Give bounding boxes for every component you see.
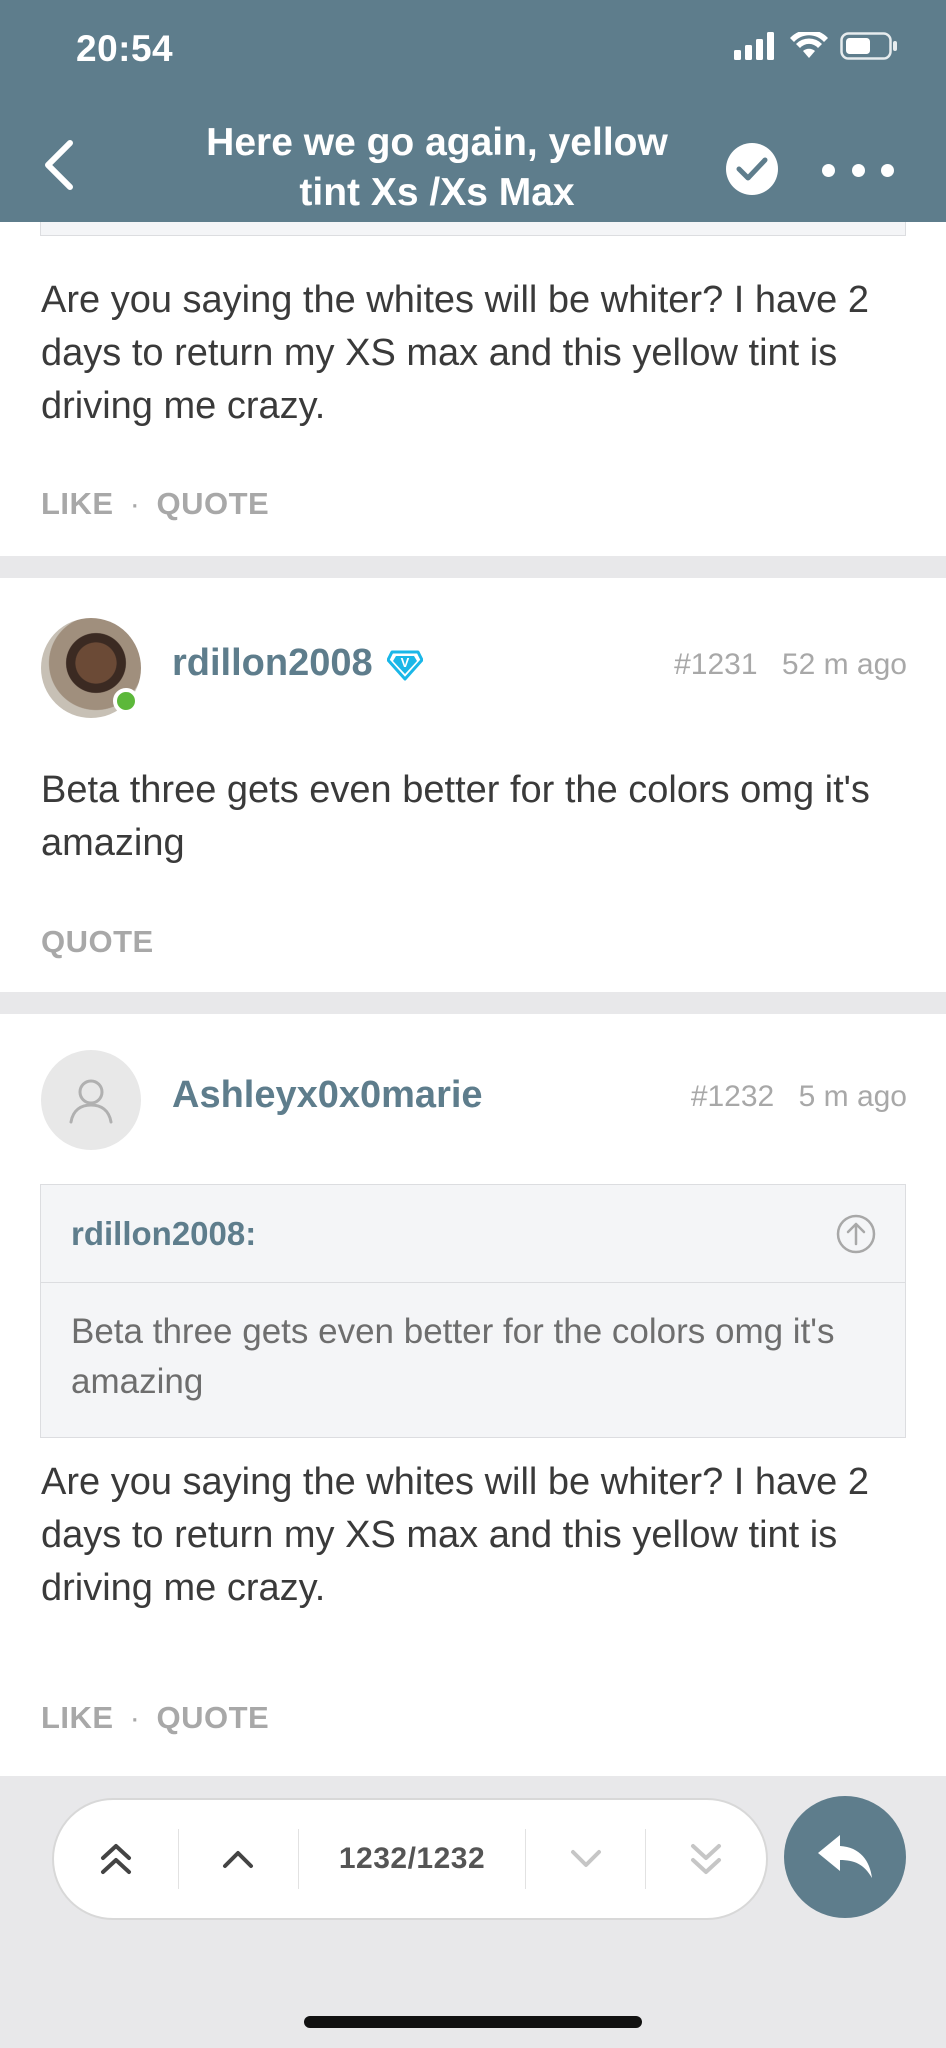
quoted-post: rdillon2008: Beta three gets even better… — [40, 1184, 906, 1438]
quote-header: rdillon2008: — [41, 1185, 905, 1283]
post-time: 5 m ago — [798, 1080, 907, 1113]
post-meta: #1231 52 m ago — [674, 648, 907, 682]
verified-badge-letter: V — [400, 655, 409, 670]
online-status-indicator — [113, 688, 139, 714]
wifi-icon — [790, 32, 828, 58]
quote-button[interactable]: QUOTE — [156, 1700, 269, 1736]
like-button[interactable]: LIKE — [41, 1700, 114, 1736]
first-page-icon — [100, 1844, 131, 1874]
post-actions: QUOTE — [41, 924, 154, 960]
checkmark-icon — [736, 157, 768, 181]
user-placeholder-icon — [69, 1079, 113, 1124]
next-icon — [570, 1850, 601, 1867]
quote-text: Beta three gets even better for the colo… — [71, 1312, 835, 1401]
quote-author[interactable]: rdillon2008: — [71, 1215, 256, 1253]
more-icon-dot — [881, 163, 894, 177]
more-icon — [822, 163, 835, 177]
post-header: rdillon2008 V #1231 52 m ago — [41, 618, 907, 718]
status-icons — [734, 32, 898, 60]
back-button[interactable] — [28, 130, 88, 200]
post-time: 52 m ago — [781, 648, 907, 681]
top-header: 20:54 Here we go again, yellow tint Xs /… — [0, 0, 946, 222]
reply-icon — [818, 1835, 872, 1878]
status-bar: 20:54 — [0, 0, 946, 100]
quote-button[interactable]: QUOTE — [156, 486, 269, 522]
jump-to-quote-icon[interactable] — [835, 1213, 877, 1255]
quote-button[interactable]: QUOTE — [41, 924, 154, 960]
subscribe-button[interactable] — [726, 143, 778, 195]
avatar[interactable] — [41, 1050, 141, 1150]
post-card: Ashleyx0x0marie #1232 5 m ago rdillon200… — [0, 1014, 946, 1776]
bottom-toolbar: 1232/1232 — [0, 1776, 946, 2048]
page-position[interactable]: 1232/1232 — [299, 1829, 524, 1889]
username[interactable]: Ashleyx0x0marie — [172, 1074, 483, 1117]
reply-button[interactable] — [784, 1796, 906, 1918]
back-icon — [45, 140, 73, 190]
page-navigator: 1232/1232 — [52, 1798, 768, 1920]
post-number[interactable]: #1231 — [674, 648, 757, 681]
quote-box-remnant — [40, 222, 906, 236]
more-icon-dot — [851, 163, 865, 177]
avatar[interactable] — [41, 618, 141, 718]
battery-icon — [840, 32, 897, 60]
username-text: Ashleyx0x0marie — [172, 1074, 483, 1116]
post-body: Are you saying the whites will be whiter… — [41, 279, 869, 427]
post-actions: LIKE · QUOTE — [41, 1700, 269, 1736]
post-number[interactable]: #1232 — [691, 1080, 774, 1113]
post-body: Beta three gets even better for the colo… — [41, 769, 870, 864]
username-text: rdillon2008 — [172, 642, 373, 684]
verified-icon: V — [386, 650, 423, 680]
first-page-button[interactable] — [54, 1829, 178, 1889]
previous-icon — [223, 1851, 254, 1868]
thread-title-line2: tint Xs /Xs Max — [299, 171, 575, 214]
nav-bar: Here we go again, yellow tint Xs /Xs Max — [0, 110, 946, 222]
post-header: Ashleyx0x0marie #1232 5 m ago — [41, 1050, 907, 1150]
like-button[interactable]: LIKE — [41, 486, 114, 522]
avatar-placeholder — [41, 1050, 141, 1150]
post-card: rdillon2008 V #1231 52 m ago Beta three … — [0, 578, 946, 992]
page-counter: 1232/1232 — [338, 1842, 486, 1875]
status-time: 20:54 — [76, 28, 174, 69]
last-page-button[interactable] — [646, 1829, 766, 1889]
post-card: Are you saying the whites will be whiter… — [0, 222, 946, 556]
signal-icon — [734, 32, 774, 60]
post-actions: LIKE · QUOTE — [41, 486, 269, 522]
thread-content[interactable]: Are you saying the whites will be whiter… — [0, 222, 946, 1776]
home-indicator[interactable] — [304, 2016, 642, 2028]
thread-title-line1: Here we go again, yellow — [206, 121, 668, 164]
post-meta: #1232 5 m ago — [691, 1080, 907, 1114]
action-separator: · — [129, 486, 141, 521]
post-body: Are you saying the whites will be whiter… — [41, 1461, 869, 1609]
next-button[interactable] — [526, 1829, 646, 1889]
more-button[interactable] — [822, 150, 894, 190]
previous-button[interactable] — [179, 1829, 299, 1889]
last-page-icon — [691, 1844, 722, 1874]
action-separator: · — [129, 1700, 141, 1735]
username[interactable]: rdillon2008 V — [172, 642, 423, 685]
thread-title: Here we go again, yellow tint Xs /Xs Max — [150, 118, 724, 218]
